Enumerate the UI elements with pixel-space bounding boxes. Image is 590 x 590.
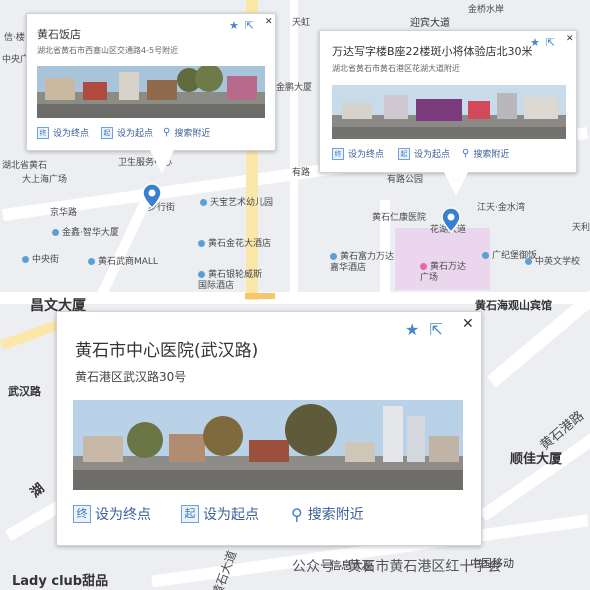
watermark: 公众号 · 黄石市黄石港区红十字会 [292, 559, 502, 575]
map-label: Lady club甜品 [12, 574, 109, 589]
street-view-photo[interactable] [332, 85, 566, 139]
popup-address: 湖北省黄石市黄石港区花湖大道附近 [332, 64, 460, 73]
close-icon[interactable]: ✕ [566, 34, 574, 44]
set-destination-button[interactable]: 终设为终点 [37, 126, 89, 139]
share-icon[interactable]: ⇱ [245, 19, 254, 32]
favorite-star-icon[interactable]: ★ [405, 320, 419, 339]
search-icon: ⚲ [291, 504, 303, 524]
popup-pointer [150, 150, 174, 174]
popup-address: 湖北省黄石市西塞山区交通路4-5号附近 [37, 46, 179, 55]
map-label: 中英文学校 [525, 254, 580, 267]
map-label: 天宝艺术幼儿园 [200, 195, 273, 208]
map-label: 中央街 [22, 252, 59, 265]
destination-icon: 终 [332, 147, 344, 160]
map-label: 黄石富力万达嘉华酒店 [330, 252, 395, 273]
popup-title: 黄石市中心医院(武汉路) [75, 341, 259, 361]
map-label: 有路公园 [387, 175, 424, 185]
origin-icon: 起 [101, 126, 113, 139]
favorite-star-icon[interactable]: ★ [530, 36, 540, 49]
map-label: 湖北省黄石 [2, 161, 48, 171]
map-label: 金鑫·智华大厦 [52, 225, 119, 238]
close-icon[interactable]: ✕ [265, 17, 273, 27]
map-label: 信·楼 [4, 33, 25, 43]
poi-popup-hospital: 黄石市中心医院(武汉路) 黄石港区武汉路30号 ★ ⇱ ✕ 终设为终点 起设为起… [56, 311, 482, 546]
map-label: 黄石仁康医院 [372, 213, 427, 223]
map-label: 有路 [292, 168, 311, 178]
destination-icon: 终 [37, 126, 49, 139]
share-icon[interactable]: ⇱ [546, 36, 555, 49]
set-origin-button[interactable]: 起设为起点 [101, 126, 153, 139]
map-label: 大上海广场 [22, 175, 68, 185]
origin-icon: 起 [398, 147, 410, 160]
destination-icon: 终 [73, 505, 91, 523]
set-origin-button[interactable]: 起设为起点 [398, 147, 450, 160]
map-label: 江天·金水湾 [477, 203, 525, 213]
map-label: 黄石金花大酒店 [198, 236, 271, 249]
map-label: 金鹏大厦 [276, 83, 313, 93]
popup-title: 黄石饭店 [37, 28, 81, 41]
map-label: 天虹 [292, 18, 311, 28]
set-destination-button[interactable]: 终设为终点 [332, 147, 384, 160]
search-nearby-button[interactable]: ⚲ 搜索附近 [462, 147, 509, 160]
search-nearby-button[interactable]: ⚲ 搜索附近 [163, 126, 210, 139]
origin-icon: 起 [181, 505, 199, 523]
share-icon[interactable]: ⇱ [429, 320, 442, 339]
map-label: 黄石万达广场 [420, 262, 467, 283]
popup-address: 黄石港区武汉路30号 [75, 370, 187, 384]
poi-popup-hotel: 黄石饭店 湖北省黄石市西塞山区交通路4-5号附近 ★ ⇱ ✕ 终设为终点 起设为… [26, 13, 276, 151]
search-icon: ⚲ [462, 148, 470, 159]
map-label: 迎宾大道 [410, 18, 450, 29]
popup-pointer [444, 172, 468, 196]
map-label: 京华路 [50, 208, 78, 218]
map-label: 武汉路 [8, 385, 41, 398]
search-nearby-button[interactable]: ⚲ 搜索附近 [291, 504, 364, 524]
favorite-star-icon[interactable]: ★ [229, 19, 239, 32]
location-marker-icon[interactable] [142, 183, 162, 209]
set-destination-button[interactable]: 终设为终点 [73, 504, 151, 524]
map-label: 黄石银轮威斯国际酒店 [198, 270, 263, 291]
search-icon: ⚲ [163, 127, 171, 138]
location-marker-icon[interactable] [441, 207, 461, 233]
map-label: 黄石海观山宾馆 [475, 299, 552, 312]
street-view-photo[interactable] [37, 66, 265, 118]
poi-popup-office: 万达写字楼B座22楼斑小将体验店北30米 湖北省黄石市黄石港区花湖大道附近 ★ … [319, 30, 577, 173]
street-view-photo[interactable] [73, 400, 463, 490]
set-origin-button[interactable]: 起设为起点 [181, 504, 259, 524]
map-label: 金桥水岸 [468, 5, 505, 15]
close-icon[interactable]: ✕ [462, 316, 474, 332]
map-label: 天利 [572, 223, 590, 233]
map-label: 顺佳大厦 [510, 452, 563, 467]
popup-title: 万达写字楼B座22楼斑小将体验店北30米 [332, 45, 533, 58]
map-label: 黄石武商MALL [88, 254, 158, 267]
